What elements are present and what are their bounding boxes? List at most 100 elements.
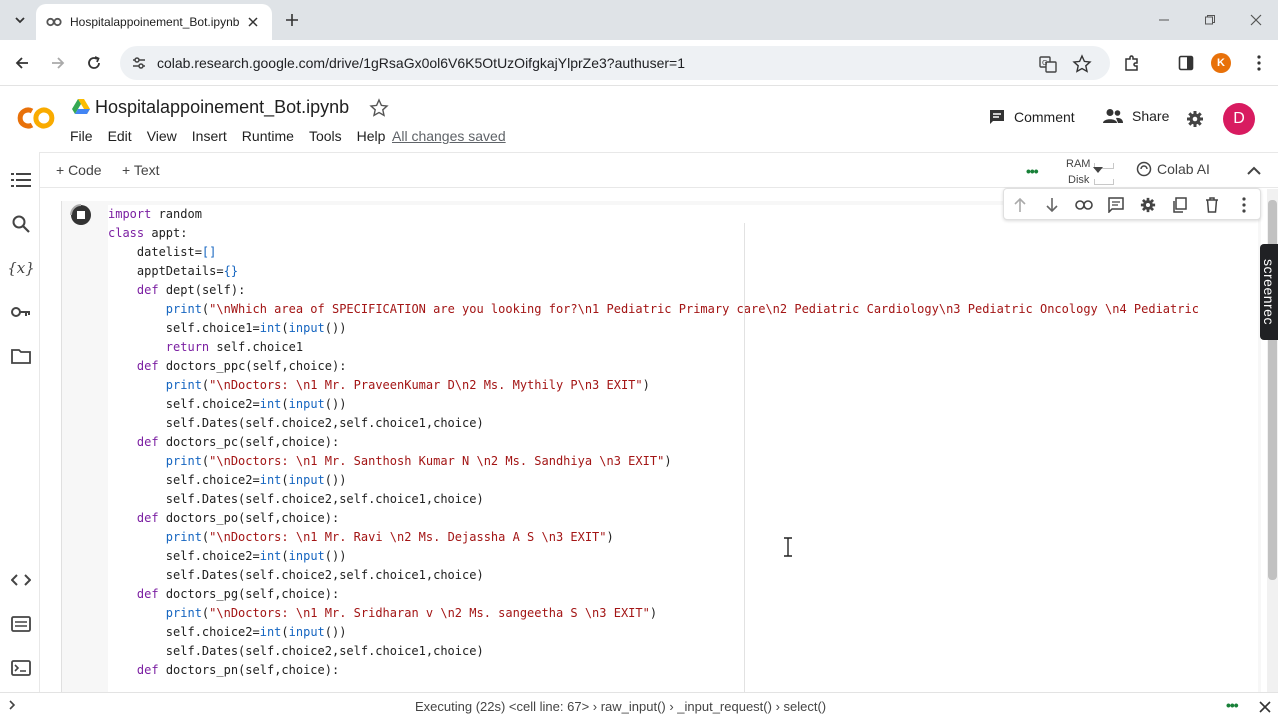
tab-title: Hospitalappoinement_Bot.ipynb <box>70 15 240 29</box>
disk-label: Disk <box>1068 174 1090 186</box>
mirror-cell-button[interactable] <box>1170 195 1190 215</box>
bookmark-star-icon[interactable] <box>1072 54 1092 74</box>
user-avatar[interactable]: D <box>1223 103 1255 135</box>
settings-button[interactable] <box>1186 110 1212 128</box>
screenrec-widget[interactable]: screenrec <box>1260 244 1278 340</box>
comment-label: Comment <box>1014 109 1075 125</box>
command-palette-button[interactable] <box>10 613 32 635</box>
code-text: import random class appt: datelist=[] ap… <box>108 207 1199 677</box>
side-panel-icon <box>1178 55 1194 71</box>
terminal-icon <box>11 660 31 676</box>
runtime-dropdown-icon[interactable] <box>1093 167 1103 173</box>
reload-icon <box>88 56 100 69</box>
left-sidebar: {x} <box>0 152 40 692</box>
tab-close-icon[interactable] <box>244 13 262 31</box>
add-comment-button[interactable] <box>1106 195 1126 215</box>
code-icon <box>11 574 31 586</box>
svg-text:G: G <box>1042 59 1047 67</box>
arrow-left-icon <box>15 57 28 69</box>
menu-edit[interactable]: Edit <box>108 128 132 144</box>
code-snippets-button[interactable] <box>10 569 32 591</box>
site-info-icon[interactable] <box>130 54 148 72</box>
secrets-button[interactable] <box>10 301 32 323</box>
resource-indicator[interactable]: ••• RAM Disk <box>1026 157 1122 186</box>
comment-button[interactable]: Comment <box>988 108 1075 126</box>
browser-menu-button[interactable] <box>1248 52 1270 74</box>
browser-tab-strip: Hospitalappoinement_Bot.ipynb <box>0 0 1278 40</box>
url-text: colab.research.google.com/drive/1gRsaGx0… <box>157 55 686 71</box>
folder-icon <box>11 349 31 364</box>
browser-tab-active[interactable]: Hospitalappoinement_Bot.ipynb <box>36 4 272 40</box>
notebook-main: import random class appt: datelist=[] ap… <box>41 189 1267 701</box>
menu-file[interactable]: File <box>70 128 93 144</box>
copy-link-button[interactable] <box>1074 195 1094 215</box>
gear-icon <box>1187 111 1203 127</box>
side-panel-button[interactable] <box>1175 52 1197 74</box>
more-cell-actions-button[interactable] <box>1234 195 1254 215</box>
variables-button[interactable]: {x} <box>7 257 35 279</box>
chevron-down-icon <box>15 17 25 24</box>
close-icon[interactable] <box>1257 699 1273 715</box>
colab-ai-label: Colab AI <box>1157 161 1210 177</box>
colab-logo-icon[interactable] <box>14 104 58 132</box>
minimize-button[interactable] <box>1154 10 1174 30</box>
find-button[interactable] <box>10 213 32 235</box>
forward-button[interactable] <box>47 52 69 74</box>
cell-toolbar <box>1003 188 1261 220</box>
move-cell-down-button[interactable] <box>1042 195 1062 215</box>
plus-icon <box>286 14 298 26</box>
new-tab-button[interactable] <box>282 10 302 30</box>
restore-button[interactable] <box>1200 10 1220 30</box>
move-cell-up-button[interactable] <box>1010 195 1030 215</box>
save-status-link[interactable]: All changes saved <box>392 128 506 144</box>
window-close-button[interactable] <box>1246 10 1266 30</box>
menu-help[interactable]: Help <box>357 128 386 144</box>
variables-icon: {x} <box>7 259 35 277</box>
colab-ai-button[interactable]: Colab AI <box>1136 161 1210 177</box>
code-cell[interactable]: import random class appt: datelist=[] ap… <box>61 201 1261 701</box>
table-of-contents-button[interactable] <box>10 169 32 191</box>
trash-icon <box>1206 197 1218 213</box>
share-button[interactable]: Share <box>1102 108 1169 124</box>
stop-execution-icon[interactable] <box>69 203 93 227</box>
code-editor[interactable]: import random class appt: datelist=[] ap… <box>108 205 1258 695</box>
colab-ai-icon <box>1136 161 1152 177</box>
notebook-title[interactable]: Hospitalappoinement_Bot.ipynb <box>95 97 349 118</box>
execution-status[interactable]: Executing (22s) <cell line: 67> › raw_in… <box>415 699 826 714</box>
star-notebook-icon[interactable] <box>369 98 389 118</box>
menu-runtime[interactable]: Runtime <box>242 128 294 144</box>
command-palette-icon <box>11 616 31 632</box>
extensions-button[interactable] <box>1121 52 1143 74</box>
gear-icon <box>1140 197 1156 213</box>
menu-insert[interactable]: Insert <box>192 128 227 144</box>
terminal-button[interactable] <box>10 657 32 679</box>
add-code-button[interactable]: + Code <box>56 162 102 178</box>
address-bar[interactable]: colab.research.google.com/drive/1gRsaGx0… <box>120 46 1110 80</box>
cell-settings-button[interactable] <box>1138 195 1158 215</box>
key-icon <box>11 307 30 317</box>
link-icon <box>1075 200 1093 210</box>
tab-search-button[interactable] <box>8 8 32 32</box>
mirror-cell-icon <box>1173 197 1187 213</box>
back-button[interactable] <box>11 52 33 74</box>
menubar: File Edit View Insert Runtime Tools Help <box>70 128 400 144</box>
menu-view[interactable]: View <box>147 128 177 144</box>
status-bar: Executing (22s) <cell line: 67> › raw_in… <box>0 692 1278 720</box>
files-button[interactable] <box>10 345 32 367</box>
share-label: Share <box>1132 108 1170 124</box>
reload-button[interactable] <box>83 52 105 74</box>
close-icon <box>1250 14 1262 26</box>
restore-icon <box>1205 15 1215 25</box>
add-text-button[interactable]: + Text <box>122 162 160 178</box>
browser-profile-avatar[interactable]: K <box>1211 53 1231 73</box>
delete-cell-button[interactable] <box>1202 195 1222 215</box>
status-busy-icon: ••• <box>1226 697 1239 713</box>
status-expand-icon[interactable] <box>8 699 16 711</box>
translate-icon[interactable]: G <box>1038 54 1058 74</box>
minimize-icon <box>1159 19 1169 21</box>
colab-header: Hospitalappoinement_Bot.ipynb File Edit … <box>0 86 1278 152</box>
collapse-header-icon[interactable] <box>1244 161 1264 181</box>
screenrec-label: screenrec <box>1261 259 1277 325</box>
menu-tools[interactable]: Tools <box>309 128 342 144</box>
runtime-busy-icon: ••• <box>1026 163 1039 179</box>
